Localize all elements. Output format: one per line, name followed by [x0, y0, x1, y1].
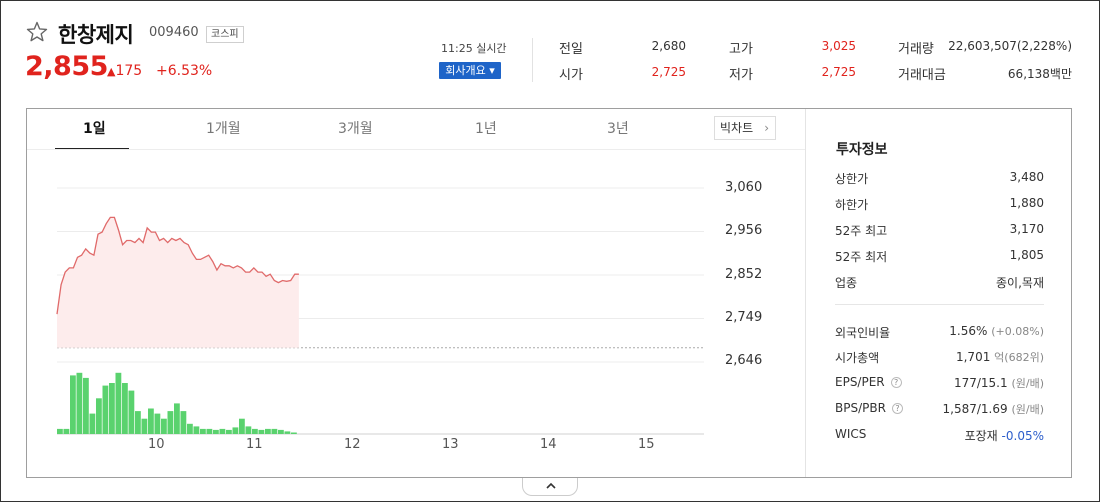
amount-value: 66,138백만 [1007, 67, 1072, 81]
week52-high-label: 52주 최고 [835, 224, 888, 238]
y-tick-label: 3,060 [725, 180, 763, 195]
industry-label: 업종 [835, 276, 858, 290]
market-cap-label: 시가총액 [835, 351, 880, 365]
bps-pbr-label: BPS/PBR? [835, 401, 903, 415]
x-tick-label: 15 [638, 437, 655, 452]
market-badge: 코스피 [206, 26, 244, 43]
market-cap-rank: (682위) [1004, 351, 1044, 364]
eps-per-text: EPS/PER [835, 375, 885, 389]
tab-3month[interactable]: 3개월 [338, 118, 373, 138]
header-divider [532, 38, 533, 82]
week52-high-value: 3,170 [1009, 222, 1044, 236]
tab-1day[interactable]: 1일 [83, 118, 106, 138]
tabs-divider [27, 149, 805, 150]
stock-name[interactable]: 한창제지 [58, 19, 134, 49]
tab-1month[interactable]: 1개월 [206, 118, 241, 138]
big-chart-label: 빅차트 [720, 121, 754, 135]
wics-value[interactable]: 포장재 -0.05% [965, 427, 1044, 444]
help-icon[interactable]: ? [891, 403, 903, 414]
open-label: 시가 [559, 68, 583, 83]
x-tick-label: 13 [442, 437, 459, 452]
chevron-right-icon: › [764, 121, 769, 135]
big-chart-button[interactable]: 빅차트 › [714, 116, 776, 140]
foreign-ratio-value: 1.56% (+0.08%) [949, 324, 1044, 338]
eps-per-label: EPS/PER? [835, 375, 902, 389]
help-icon[interactable]: ? [890, 377, 902, 388]
open-value: 2,725 [651, 65, 686, 79]
upper-limit-label: 상한가 [835, 172, 869, 186]
x-tick-label: 12 [344, 437, 361, 452]
invest-info-title: 투자정보 [836, 142, 888, 158]
x-tick-label: 11 [246, 437, 263, 452]
low-value: 2,725 [821, 65, 856, 79]
foreign-ratio-change: (+0.08%) [991, 325, 1044, 338]
tab-3year[interactable]: 3년 [607, 118, 629, 138]
wics-label: WICS [835, 427, 867, 441]
foreign-ratio-label: 외국인비율 [835, 326, 891, 340]
week52-low-value: 1,805 [1009, 248, 1044, 262]
upper-limit-value: 3,480 [1009, 170, 1044, 184]
bps-pbr-unit: (원/배) [1011, 403, 1044, 416]
chart-panel [26, 108, 1072, 478]
foreign-ratio: 1.56% [949, 324, 988, 338]
favorite-star-icon[interactable] [25, 20, 49, 44]
volume-label: 거래량 [898, 42, 934, 57]
lower-limit-label: 하한가 [835, 198, 869, 212]
market-cap-value: 1,701 억(682위) [956, 349, 1044, 365]
high-label: 고가 [729, 42, 753, 57]
y-tick-label: 2,852 [725, 267, 763, 282]
eps-per-unit: (원/배) [1011, 377, 1044, 390]
invest-divider [835, 304, 1044, 305]
change-rate: +6.53% [156, 63, 213, 79]
wics-change: -0.05% [1001, 429, 1044, 443]
low-label: 저가 [729, 68, 753, 83]
y-tick-label: 2,646 [725, 353, 763, 368]
lower-limit-value: 1,880 [1009, 196, 1044, 210]
high-value: 3,025 [821, 39, 856, 53]
market-cap-unit: 억 [994, 351, 1005, 364]
change-value: 175 [115, 63, 143, 79]
price-change: ▲175 [107, 63, 142, 79]
prev-close-label: 전일 [559, 42, 583, 57]
volume-value: 22,603,507(2,228%) [948, 39, 1072, 53]
stock-code: 009460 [149, 25, 199, 40]
week52-low-label: 52주 최저 [835, 250, 888, 264]
bps-pbr-text: BPS/PBR [835, 401, 886, 415]
chevron-up-icon [546, 482, 556, 489]
industry-value[interactable]: 종이,목재 [996, 274, 1044, 291]
y-tick-label: 2,956 [725, 223, 763, 238]
x-tick-label: 10 [148, 437, 165, 452]
bps-pbr: 1,587/1.69 [942, 402, 1008, 416]
eps-per: 177/15.1 [953, 376, 1008, 390]
realtime-time: 11:25 실시간 [441, 42, 507, 55]
x-tick-label: 14 [540, 437, 557, 452]
wics-sector: 포장재 [964, 429, 998, 443]
company-overview-button[interactable]: 회사개요 ▾ [439, 62, 501, 79]
eps-per-value: 177/15.1 (원/배) [954, 375, 1044, 391]
prev-close-value: 2,680 [651, 39, 686, 53]
bps-pbr-value: 1,587/1.69 (원/배) [943, 401, 1044, 417]
current-price: 2,855 [25, 51, 108, 82]
y-tick-label: 2,749 [725, 310, 763, 325]
amount-label: 거래대금 [898, 68, 946, 83]
tab-1year[interactable]: 1년 [475, 118, 497, 138]
collapse-button[interactable] [522, 478, 578, 496]
panel-divider [805, 109, 806, 477]
market-cap: 1,701 [955, 350, 991, 364]
